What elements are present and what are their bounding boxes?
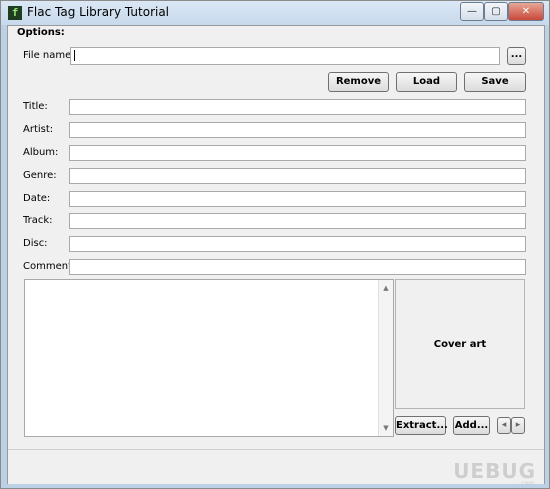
client-area: Options: File name: ... Remove Load Save… <box>7 25 545 487</box>
track-input[interactable] <box>69 213 526 229</box>
title-input[interactable] <box>69 99 526 115</box>
scroll-down-icon[interactable]: ▼ <box>379 422 393 434</box>
app-icon: f <box>8 6 22 20</box>
remove-button[interactable]: Remove <box>328 72 389 92</box>
genre-input[interactable] <box>69 168 526 184</box>
date-input[interactable] <box>69 191 526 207</box>
title-bar[interactable]: f Flac Tag Library Tutorial — ▢ ✕ <box>1 1 549 25</box>
save-button[interactable]: Save <box>464 72 526 92</box>
disc-input[interactable] <box>69 236 526 252</box>
next-icon[interactable]: ▸ <box>511 417 525 434</box>
album-input[interactable] <box>69 145 526 161</box>
file-name-label: File name: <box>23 50 75 61</box>
previous-icon[interactable]: ◂ <box>497 417 511 434</box>
track-label: Track: <box>23 215 53 226</box>
artist-label: Artist: <box>23 124 54 135</box>
maximize-button[interactable]: ▢ <box>484 2 508 21</box>
add-button[interactable]: Add... <box>453 416 490 435</box>
scroll-up-icon[interactable]: ▲ <box>379 282 393 294</box>
title-label: Title: <box>23 101 48 112</box>
album-label: Album: <box>23 147 59 158</box>
minimize-button[interactable]: — <box>460 2 484 21</box>
watermark-sub: .com <box>519 480 534 487</box>
load-button[interactable]: Load <box>396 72 457 92</box>
text-caret <box>74 50 75 61</box>
cover-art-label: Cover art <box>433 338 487 350</box>
extract-button[interactable]: Extract... <box>395 416 448 435</box>
cover-art-panel: Cover art <box>395 279 525 409</box>
date-label: Date: <box>23 193 51 204</box>
close-button[interactable]: ✕ <box>508 2 544 21</box>
file-name-input[interactable] <box>70 47 500 65</box>
app-window: f Flac Tag Library Tutorial — ▢ ✕ Option… <box>0 0 550 489</box>
comment-textarea[interactable]: ▲ ▼ <box>24 279 394 437</box>
comment-input[interactable] <box>69 259 526 275</box>
artist-input[interactable] <box>69 122 526 138</box>
status-bar: UEBUG .com <box>8 449 544 487</box>
genre-label: Genre: <box>23 170 57 181</box>
disc-label: Disc: <box>23 238 48 249</box>
vertical-scrollbar[interactable]: ▲ ▼ <box>378 280 393 436</box>
comment-label: Comment: <box>23 261 76 272</box>
options-label: Options: <box>17 27 65 38</box>
window-title: Flac Tag Library Tutorial <box>27 5 170 19</box>
browse-button[interactable]: ... <box>507 47 526 65</box>
